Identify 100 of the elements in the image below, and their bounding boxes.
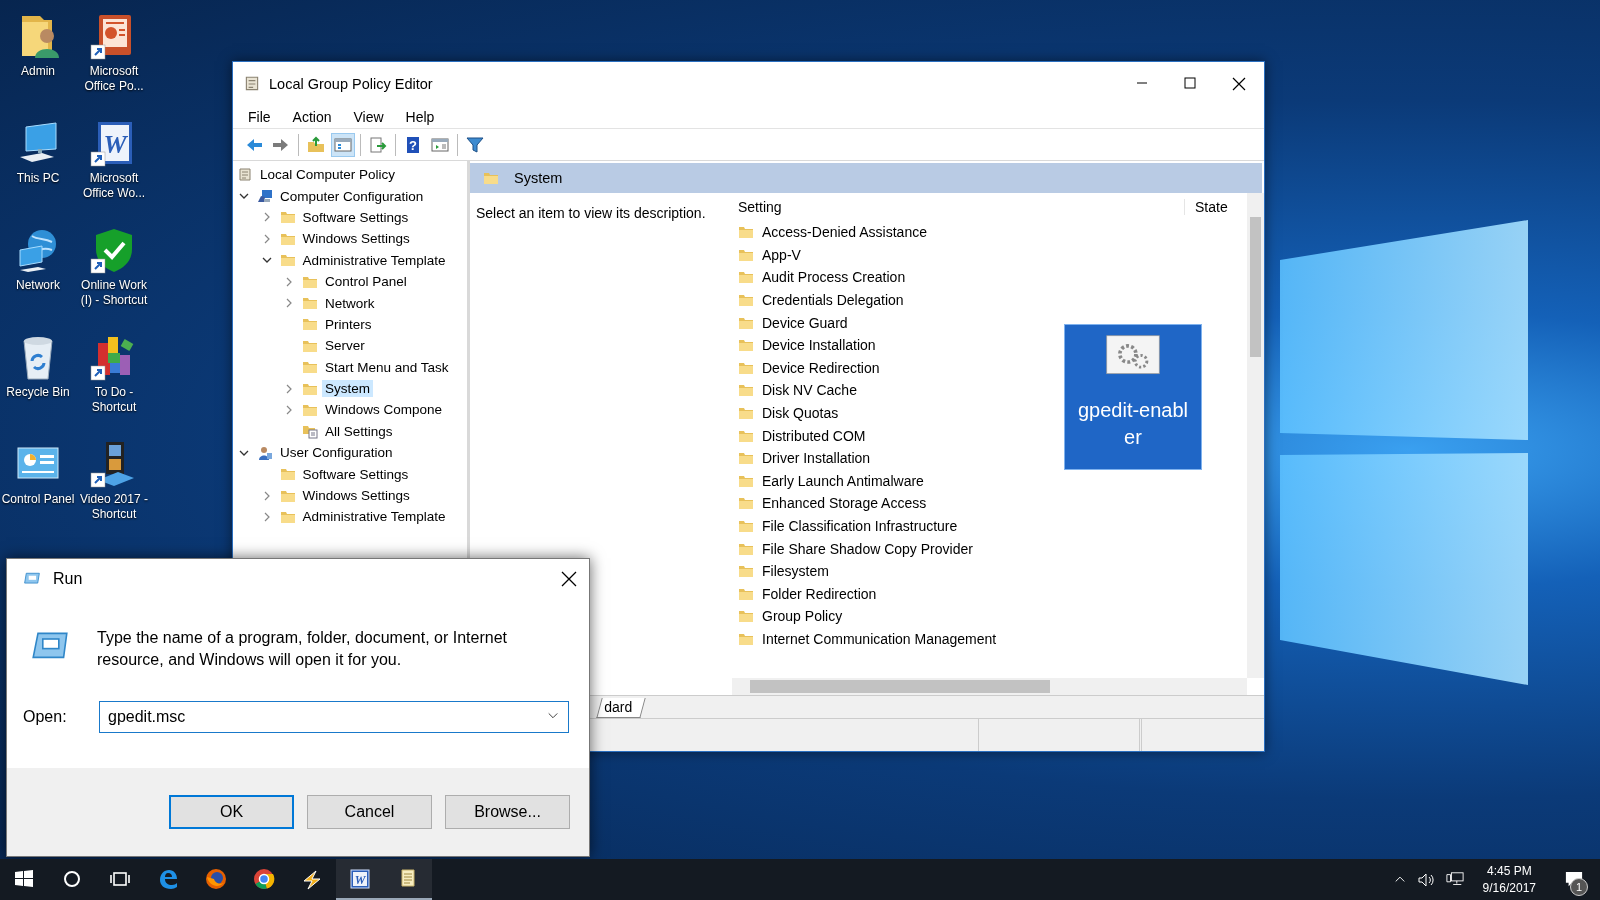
export-list-icon	[369, 135, 387, 154]
field-label: Open:	[23, 708, 68, 726]
setting-item[interactable]: Disk NV Cache	[762, 382, 857, 399]
setting-item[interactable]: Credentials Delegation	[762, 292, 904, 309]
folder-icon	[302, 402, 318, 418]
folder-icon	[738, 405, 754, 422]
tree-item[interactable]: Control Panel	[322, 273, 410, 291]
setting-item[interactable]: Audit Process Creation	[762, 269, 906, 286]
taskbar-button[interactable]	[384, 859, 432, 900]
tree-item[interactable]: Printers	[322, 315, 375, 333]
folder-icon	[302, 359, 318, 376]
setting-item[interactable]: Disk Quotas	[762, 405, 839, 422]
folder-icon	[738, 292, 754, 309]
tree-item[interactable]: Software Settings	[299, 465, 412, 483]
folder-icon	[738, 269, 754, 286]
tree-item[interactable]: Windows Settings	[299, 230, 413, 248]
menu-item[interactable]: View	[344, 109, 393, 125]
setting-item[interactable]: File Share Shadow Copy Provider	[762, 540, 973, 557]
setting-item[interactable]: Distributed COM	[762, 427, 866, 444]
tree-item[interactable]: Administrative Template	[299, 251, 449, 269]
setting-item[interactable]: Enhanced Storage Access	[762, 495, 927, 512]
maximize-icon[interactable]	[1184, 77, 1196, 89]
tree-item[interactable]: Windows Compone	[322, 401, 446, 419]
menu-item[interactable]: Action	[283, 109, 341, 125]
folder-icon	[302, 316, 318, 333]
icon-label: Video 2017 - Shortcut	[79, 492, 149, 522]
folder-icon	[738, 518, 754, 534]
setting-item[interactable]: Device Redirection	[762, 359, 880, 376]
folder-icon	[738, 495, 754, 512]
setting-item[interactable]: Device Guard	[762, 314, 848, 331]
folder-icon	[738, 224, 754, 241]
tree-item[interactable]: Local Computer Policy	[257, 166, 399, 184]
tree-item[interactable]: Server	[322, 337, 368, 355]
dialog-title: Run	[53, 570, 84, 588]
dialog-button[interactable]: OK	[169, 795, 294, 829]
circle-browser-icon	[252, 866, 276, 891]
setting-item[interactable]: Early Launch Antimalware	[762, 472, 924, 489]
tree-item[interactable]: User Configuration	[277, 444, 396, 462]
fox-globe-icon	[204, 866, 228, 891]
folder-icon	[738, 450, 754, 467]
dragged-shortcut[interactable]: gpedit-enabler	[1064, 324, 1202, 470]
tree-item[interactable]: Computer Configuration	[277, 187, 427, 205]
setting-item[interactable]: Group Policy	[762, 608, 843, 625]
setting-item[interactable]: Access-Denied Assistance	[762, 224, 927, 241]
expand-chevron-icon[interactable]	[284, 276, 294, 287]
folder-icon	[738, 563, 754, 580]
folder-icon	[279, 209, 296, 226]
setting-item[interactable]: Folder Redirection	[762, 585, 877, 602]
close-icon[interactable]	[561, 571, 577, 587]
setting-item[interactable]: Device Installation	[762, 337, 876, 354]
computer-icon	[257, 188, 273, 205]
folder-icon	[738, 337, 754, 354]
panel-icon	[431, 135, 449, 154]
window-title: Local Group Policy Editor	[269, 76, 434, 92]
icon-label: To Do - Shortcut	[90, 385, 138, 415]
view-tab[interactable]: dard	[596, 698, 646, 718]
tree-item[interactable]: All Settings	[322, 422, 396, 440]
icon-label: Control Panel	[1, 492, 75, 507]
tree-item[interactable]: Windows Settings	[299, 487, 413, 505]
folder-icon	[279, 252, 296, 269]
folder-icon	[482, 170, 500, 186]
tree-item[interactable]: Administrative Template	[299, 508, 449, 526]
dialog-button[interactable]: Browse...	[445, 795, 570, 829]
instruction-text: Type the name of a program, folder, document, or Internet resource, and Windows will open it for you.	[97, 628, 508, 670]
notification-button[interactable]: 1	[1554, 859, 1594, 900]
expand-chevron-icon[interactable]	[284, 298, 294, 309]
setting-item[interactable]: File Classification Infrastructure	[762, 518, 958, 534]
dialog-button[interactable]: Cancel	[307, 795, 432, 829]
setting-item[interactable]: Internet Communication Management	[762, 631, 997, 647]
icon-label: Admin	[20, 64, 56, 79]
horizontal-scrollbar[interactable]	[732, 678, 1247, 695]
open-field[interactable]: gpedit.msc	[99, 701, 569, 733]
column-header[interactable]: State	[1195, 199, 1228, 215]
close-icon[interactable]	[1232, 77, 1246, 91]
toolbar-button[interactable]	[331, 132, 355, 157]
folder-up-icon	[307, 135, 325, 154]
tree-item[interactable]: Software Settings	[299, 208, 412, 226]
taskbar-button[interactable]: W	[336, 859, 384, 900]
clock[interactable]: 4:45 PM 9/16/2017	[1474, 862, 1544, 897]
settings-folder-icon	[302, 423, 318, 440]
tree-item[interactable]: Start Menu and Task	[322, 358, 452, 376]
expand-chevron-icon[interactable]	[284, 405, 294, 415]
description-text: Select an item to view its description.	[476, 205, 706, 221]
menu-item[interactable]: Help	[396, 109, 444, 125]
icon-label: Recycle Bin	[5, 385, 71, 400]
tree-item[interactable]: Network	[322, 294, 378, 312]
vertical-scrollbar[interactable]	[1247, 193, 1264, 678]
word-document-icon: W	[348, 866, 372, 891]
column-header[interactable]: Setting	[738, 199, 782, 215]
expand-chevron-icon[interactable]	[284, 383, 294, 394]
folder-icon	[738, 631, 754, 647]
tree-item[interactable]: System	[322, 380, 373, 398]
menu-item[interactable]: File	[239, 109, 280, 125]
policy-scroll-icon	[243, 75, 261, 93]
policy-scroll-icon	[237, 166, 253, 183]
setting-item[interactable]: App-V	[762, 246, 801, 263]
setting-item[interactable]: Driver Installation	[762, 450, 871, 467]
icon-label: This PC	[15, 171, 61, 186]
pane-icon	[334, 135, 352, 154]
setting-item[interactable]: Filesystem	[762, 563, 829, 580]
